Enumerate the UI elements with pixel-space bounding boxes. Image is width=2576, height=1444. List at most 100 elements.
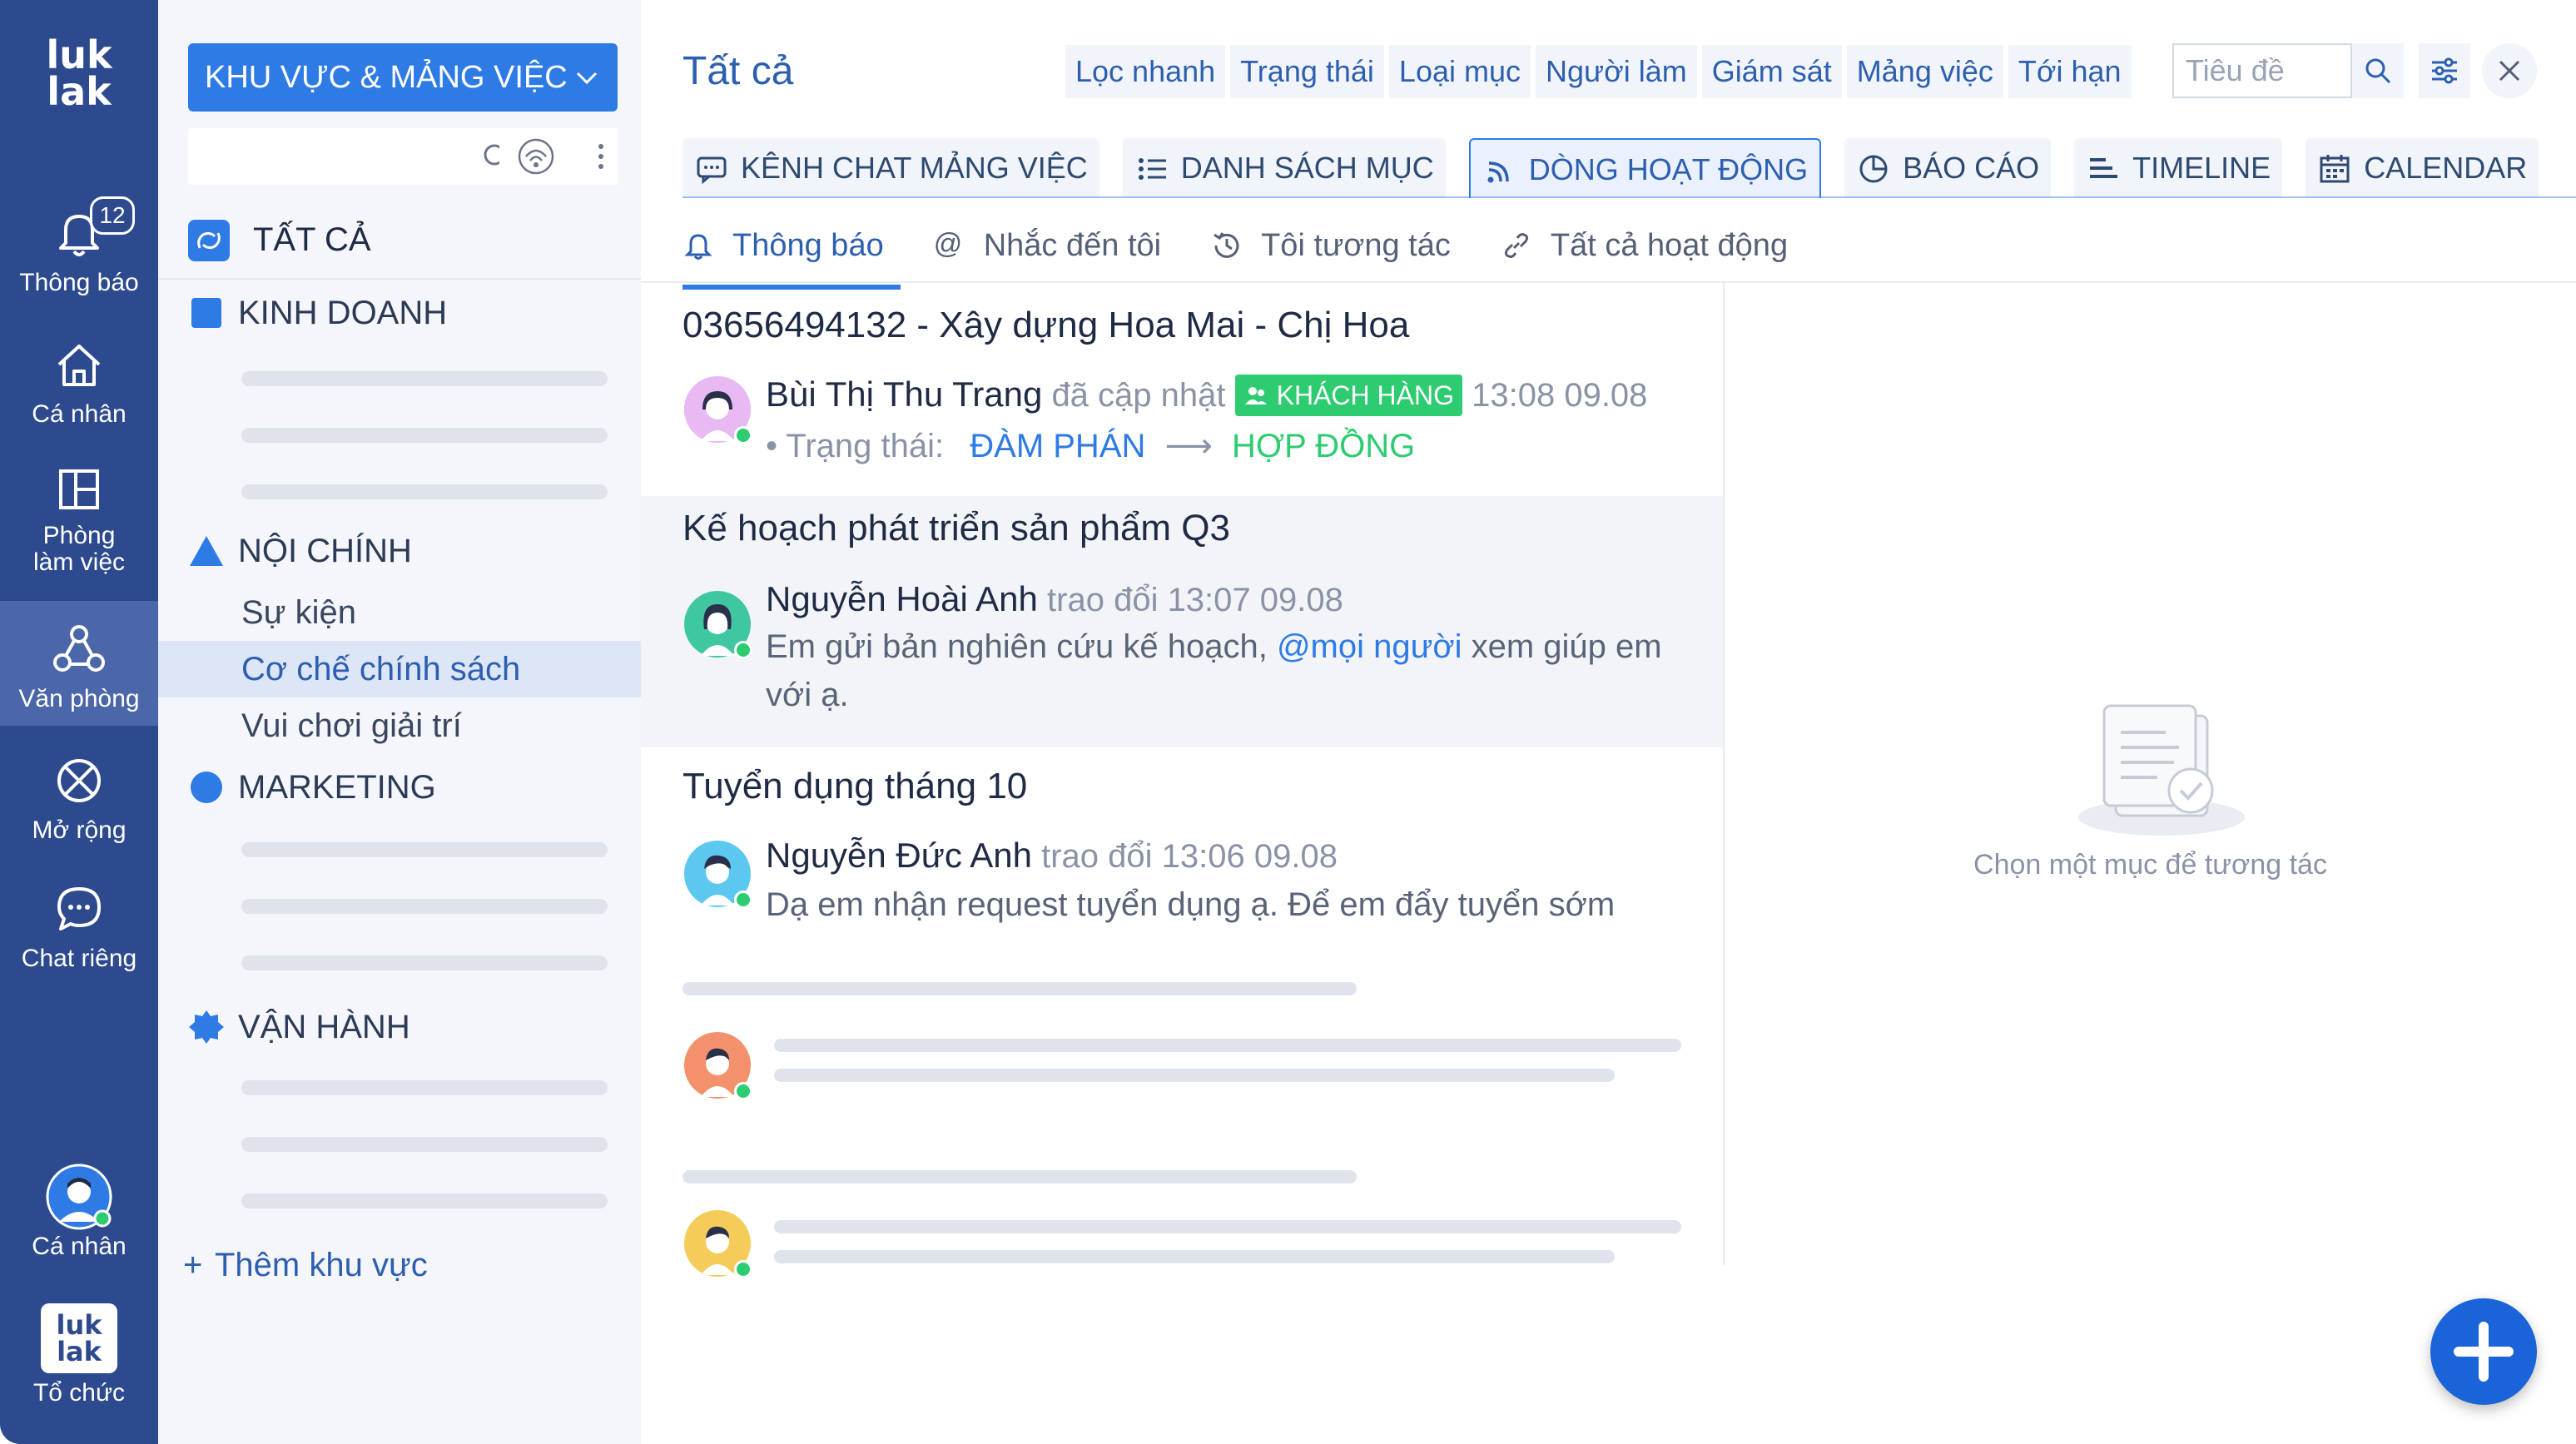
- feed-item[interactable]: Kế hoạch phát triển sản phẩm Q3 Nguyễn H…: [641, 496, 1723, 747]
- rail-organization[interactable]: luk lak Tổ chức: [0, 1303, 158, 1408]
- zone-dropdown-button[interactable]: KHU VỰC & MẢNG VIỆC: [188, 43, 618, 112]
- group-label: KINH DOANH: [238, 295, 448, 331]
- chat-icon: [697, 156, 727, 185]
- online-dot: [734, 426, 752, 444]
- sidebar-item-co-che-chinh-sach[interactable]: Cơ chế chính sách: [241, 644, 520, 694]
- subtab-tat-ca-hoat-dong[interactable]: Tất cả hoạt động: [1501, 216, 1788, 283]
- at-icon: @: [933, 228, 963, 260]
- feed-item[interactable]: 03656494132 - Xây dựng Hoa Mai - Chị Hoa…: [641, 283, 1723, 496]
- group-kinh-doanh[interactable]: KINH DOANH: [188, 288, 621, 338]
- message-text: Em gửi bản nghiên cứu kế hoạch, @mọi ngư…: [766, 623, 1698, 719]
- placeholder-line: [241, 484, 608, 499]
- plus-icon: +: [183, 1247, 203, 1283]
- group-marketing[interactable]: MARKETING: [188, 762, 621, 812]
- tab-label: CALENDAR: [2364, 151, 2528, 185]
- filter-supervisor[interactable]: Giám sát: [1701, 45, 1842, 98]
- timestamp: 13:08 09.08: [1472, 377, 1648, 414]
- tab-label: BÁO CÁO: [1903, 151, 2040, 185]
- status-label: • Trạng thái:: [766, 428, 945, 464]
- author-name[interactable]: Nguyễn Đức Anh: [766, 836, 1032, 875]
- close-button[interactable]: [2482, 43, 2537, 98]
- feed-item[interactable]: Tuyển dụng tháng 10 Nguyễn Đức Anh trao …: [641, 747, 1723, 923]
- title-filter-input[interactable]: Tiêu đề: [2172, 43, 2352, 98]
- org-logo: luk lak: [41, 1303, 117, 1373]
- online-dot: [734, 1260, 752, 1278]
- filter-quick[interactable]: Lọc nhanh: [1065, 45, 1226, 98]
- placeholder-line: [682, 1170, 1357, 1183]
- calendar-icon: [2320, 155, 2350, 183]
- filter-bar: Lọc nhanh Trạng thái Loại mục Người làm …: [1065, 45, 2137, 98]
- placeholder-line: [682, 982, 1357, 995]
- tabs-underline: [682, 196, 2576, 198]
- activity-feed: 03656494132 - Xây dựng Hoa Mai - Chị Hoa…: [641, 283, 1723, 1278]
- placeholder-line: [774, 1069, 1615, 1082]
- sidebar-all[interactable]: TẤT CẢ: [188, 215, 618, 265]
- all-zones-icon: [188, 220, 230, 261]
- rail-extend[interactable]: Mở rộng: [0, 747, 158, 846]
- subtab-nhac-den-toi[interactable]: @ Nhắc đến tôi: [934, 216, 1161, 283]
- subtab-label: Thông báo: [732, 228, 884, 263]
- subtab-toi-tuong-tac[interactable]: Tôi tương tác: [1211, 216, 1451, 283]
- layout-icon: [59, 469, 99, 509]
- settings-button[interactable]: [2419, 43, 2470, 98]
- detail-panel: Chọn một mục để tương tác: [1725, 283, 2576, 1265]
- action-text: trao đổi 13:06 09.08: [1041, 838, 1338, 875]
- rail-private-chat[interactable]: Chat riêng: [0, 876, 158, 974]
- tab-bao-cao[interactable]: BÁO CÁO: [1844, 138, 2052, 198]
- feed-item-title: 03656494132 - Xây dựng Hoa Mai - Chị Hoa: [682, 305, 1410, 345]
- add-zone-button[interactable]: + Thêm khu vực: [183, 1240, 428, 1290]
- arrow-right-icon: ⟶: [1164, 428, 1213, 464]
- placeholder-line: [241, 1193, 608, 1208]
- status-to: HỢP ĐỒNG: [1231, 428, 1416, 464]
- bell-icon: [684, 234, 712, 260]
- more-vertical-icon[interactable]: [593, 140, 609, 173]
- create-fab-button[interactable]: [2430, 1298, 2537, 1405]
- activity-subtabs: Thông báo @ Nhắc đến tôi Tôi tương tác T…: [682, 216, 1838, 290]
- broadcast-icon[interactable]: [518, 138, 554, 175]
- link-icon: [1504, 233, 1528, 258]
- filter-type[interactable]: Loại mục: [1388, 45, 1531, 98]
- tab-label: TIMELINE: [2132, 151, 2271, 185]
- activity-icon: [1487, 161, 1509, 183]
- rail-workroom[interactable]: Phòng làm việc: [0, 459, 158, 578]
- status-change: • Trạng thái: ĐÀM PHÁN ⟶ HỢP ĐỒNG: [766, 423, 1415, 469]
- tab-label: DANH SÁCH MỤC: [1180, 151, 1434, 185]
- sidebar-item-vui-choi-giai-tri[interactable]: Vui chơi giải trí: [241, 701, 462, 751]
- placeholder-line: [774, 1220, 1681, 1233]
- tab-dong-hoat-dong[interactable]: DÒNG HOẠT ĐỘNG: [1468, 138, 1822, 198]
- subtab-thong-bao[interactable]: Thông báo: [682, 216, 901, 290]
- filter-status[interactable]: Trạng thái: [1230, 45, 1384, 98]
- author-name[interactable]: Nguyễn Hoài Anh: [766, 579, 1038, 618]
- action-text: trao đổi 13:07 09.08: [1047, 582, 1343, 618]
- tab-timeline[interactable]: TIMELINE: [2074, 138, 2283, 198]
- feed-item-meta: Nguyễn Đức Anh trao đổi 13:06 09.08: [766, 832, 1338, 880]
- tab-kenh-chat[interactable]: KÊNH CHAT MẢNG VIỆC: [682, 138, 1099, 198]
- add-zone-label: Thêm khu vực: [215, 1247, 428, 1283]
- tag-label: KHÁCH HÀNG: [1276, 380, 1454, 410]
- tab-label: DÒNG HOẠT ĐỘNG: [1528, 152, 1809, 186]
- author-name[interactable]: Bùi Thị Thu Trang: [766, 375, 1042, 414]
- filter-work-area[interactable]: Mảng việc: [1846, 45, 2003, 98]
- group-van-hanh[interactable]: VẬN HÀNH: [188, 1002, 621, 1052]
- sidebar-search-input[interactable]: [188, 128, 534, 185]
- timeline-icon: [2090, 158, 2118, 178]
- zone-sidebar: KHU VỰC & MẢNG VIỆC TẤT CẢ KINH DOANH NỘ…: [158, 0, 641, 1444]
- group-noi-chinh[interactable]: NỘI CHÍNH: [188, 526, 621, 576]
- subtab-label: Tôi tương tác: [1261, 228, 1451, 263]
- tab-calendar[interactable]: CALENDAR: [2305, 138, 2539, 198]
- sidebar-item-su-kien[interactable]: Sự kiện: [241, 588, 356, 638]
- rail-personal[interactable]: Cá nhân: [0, 331, 158, 429]
- search-button[interactable]: [2352, 43, 2404, 98]
- square-icon: [191, 298, 221, 328]
- filter-deadline[interactable]: Tới hạn: [2008, 45, 2132, 98]
- placeholder-line: [774, 1039, 1681, 1052]
- tab-danh-sach-muc[interactable]: DANH SÁCH MỤC: [1122, 138, 1446, 198]
- network-icon: [53, 625, 105, 672]
- filter-assignee[interactable]: Người làm: [1536, 45, 1697, 98]
- app-logo[interactable]: luk lak: [33, 36, 125, 128]
- placeholder-line: [241, 842, 608, 857]
- rail-profile[interactable]: Cá nhân: [0, 1164, 158, 1262]
- mention-link[interactable]: @mọi người: [1277, 628, 1462, 665]
- rail-office[interactable]: Văn phòng: [0, 601, 158, 726]
- plus-icon: [2454, 1322, 2514, 1382]
